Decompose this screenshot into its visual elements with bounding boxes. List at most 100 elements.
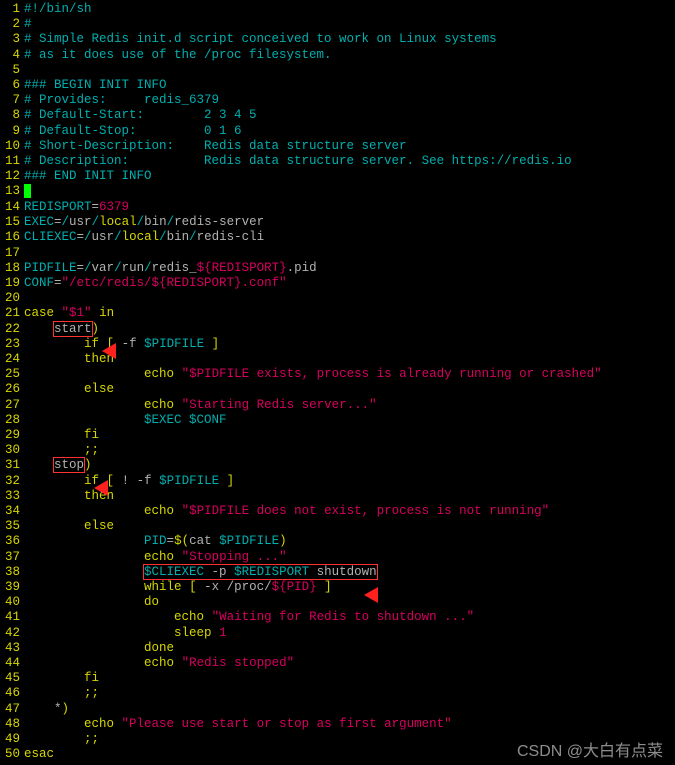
- code-content: # Default-Stop: 0 1 6: [24, 124, 675, 139]
- code-editor[interactable]: 1#!/bin/sh2#3# Simple Redis init.d scrip…: [0, 0, 675, 762]
- line-number: 33: [0, 489, 20, 504]
- line-number: 44: [0, 656, 20, 671]
- code-content: # Provides: redis_6379: [24, 93, 675, 108]
- line-number: 15: [0, 215, 20, 230]
- code-line: 14REDISPORT=6379: [0, 200, 675, 215]
- line-number: 2: [0, 17, 20, 32]
- code-line: 13: [0, 184, 675, 200]
- code-content: else: [24, 519, 675, 534]
- code-content: then: [24, 489, 675, 504]
- line-number: 26: [0, 382, 20, 397]
- code-content: $EXEC $CONF: [24, 413, 675, 428]
- code-content: do: [24, 595, 675, 610]
- line-number: 43: [0, 641, 20, 656]
- code-content: $CLIEXEC -p $REDISPORT shutdown: [24, 565, 675, 580]
- line-number: 21: [0, 306, 20, 321]
- code-content: # Simple Redis init.d script conceived t…: [24, 32, 675, 47]
- cursor: [24, 184, 31, 198]
- code-content: *): [24, 702, 675, 717]
- code-content: echo "Stopping ...": [24, 550, 675, 565]
- code-line: 37 echo "Stopping ...": [0, 550, 675, 565]
- code-line: 23 if [ -f $PIDFILE ]: [0, 337, 675, 352]
- code-content: echo "$PIDFILE exists, process is alread…: [24, 367, 675, 382]
- code-line: 47 *): [0, 702, 675, 717]
- watermark: CSDN @大白有点菜: [517, 744, 663, 759]
- code-content: fi: [24, 671, 675, 686]
- code-line: 48 echo "Please use start or stop as fir…: [0, 717, 675, 732]
- code-content: #!/bin/sh: [24, 2, 675, 17]
- code-line: 43 done: [0, 641, 675, 656]
- code-content: ### BEGIN INIT INFO: [24, 78, 675, 93]
- code-content: case "$1" in: [24, 306, 675, 321]
- line-number: 31: [0, 458, 20, 473]
- line-number: 17: [0, 246, 20, 261]
- code-line: 5: [0, 63, 675, 78]
- code-content: REDISPORT=6379: [24, 200, 675, 215]
- line-number: 25: [0, 367, 20, 382]
- code-line: 28 $EXEC $CONF: [0, 413, 675, 428]
- line-number: 39: [0, 580, 20, 595]
- code-content: if [ ! -f $PIDFILE ]: [24, 474, 675, 489]
- code-line: 19 CONF="/etc/redis/${REDISPORT}.conf": [0, 276, 675, 291]
- line-number: 12: [0, 169, 20, 184]
- code-content: [24, 63, 675, 78]
- code-content: ### END INIT INFO: [24, 169, 675, 184]
- code-line: 3# Simple Redis init.d script conceived …: [0, 32, 675, 47]
- code-content: # Short-Description: Redis data structur…: [24, 139, 675, 154]
- code-content: echo "Starting Redis server...": [24, 398, 675, 413]
- code-line: 32 if [ ! -f $PIDFILE ]: [0, 474, 675, 489]
- code-line: 20: [0, 291, 675, 306]
- code-line: 34 echo "$PIDFILE does not exist, proces…: [0, 504, 675, 519]
- code-content: stop): [24, 458, 675, 473]
- line-number: 46: [0, 686, 20, 701]
- code-content: CLIEXEC=/usr/local/bin/redis-cli: [24, 230, 675, 245]
- code-line: 24 then: [0, 352, 675, 367]
- code-content: [24, 184, 675, 200]
- code-content: ;;: [24, 686, 675, 701]
- code-content: start): [24, 322, 675, 337]
- code-content: sleep 1: [24, 626, 675, 641]
- line-number: 37: [0, 550, 20, 565]
- code-content: fi: [24, 428, 675, 443]
- code-content: then: [24, 352, 675, 367]
- code-line: 4# as it does use of the /proc filesyste…: [0, 48, 675, 63]
- code-line: 40 do: [0, 595, 675, 610]
- line-number: 20: [0, 291, 20, 306]
- code-line: 30 ;;: [0, 443, 675, 458]
- highlight-box: start: [54, 322, 92, 336]
- code-line: 29 fi: [0, 428, 675, 443]
- line-number: 45: [0, 671, 20, 686]
- line-number: 1: [0, 2, 20, 17]
- line-number: 32: [0, 474, 20, 489]
- line-number: 4: [0, 48, 20, 63]
- code-line: 17: [0, 246, 675, 261]
- line-number: 27: [0, 398, 20, 413]
- line-number: 36: [0, 534, 20, 549]
- code-content: while [ -x /proc/${PID} ]: [24, 580, 675, 595]
- code-line: 21 case "$1" in: [0, 306, 675, 321]
- code-content: CONF="/etc/redis/${REDISPORT}.conf": [24, 276, 675, 291]
- code-line: 27 echo "Starting Redis server...": [0, 398, 675, 413]
- code-line: 46 ;;: [0, 686, 675, 701]
- line-number: 8: [0, 108, 20, 123]
- code-content: if [ -f $PIDFILE ]: [24, 337, 675, 352]
- line-number: 29: [0, 428, 20, 443]
- code-line: 22 start): [0, 322, 675, 337]
- line-number: 41: [0, 610, 20, 625]
- line-number: 47: [0, 702, 20, 717]
- line-number: 6: [0, 78, 20, 93]
- code-line: 25 echo "$PIDFILE exists, process is alr…: [0, 367, 675, 382]
- line-number: 9: [0, 124, 20, 139]
- line-number: 19: [0, 276, 20, 291]
- line-number: 30: [0, 443, 20, 458]
- code-content: # Description: Redis data structure serv…: [24, 154, 675, 169]
- line-number: 38: [0, 565, 20, 580]
- code-line: 12 ### END INIT INFO: [0, 169, 675, 184]
- line-number: 28: [0, 413, 20, 428]
- code-content: echo "Waiting for Redis to shutdown ...": [24, 610, 675, 625]
- code-line: 35 else: [0, 519, 675, 534]
- code-line: 44 echo "Redis stopped": [0, 656, 675, 671]
- code-line: 36 PID=$(cat $PIDFILE): [0, 534, 675, 549]
- line-number: 42: [0, 626, 20, 641]
- line-number: 48: [0, 717, 20, 732]
